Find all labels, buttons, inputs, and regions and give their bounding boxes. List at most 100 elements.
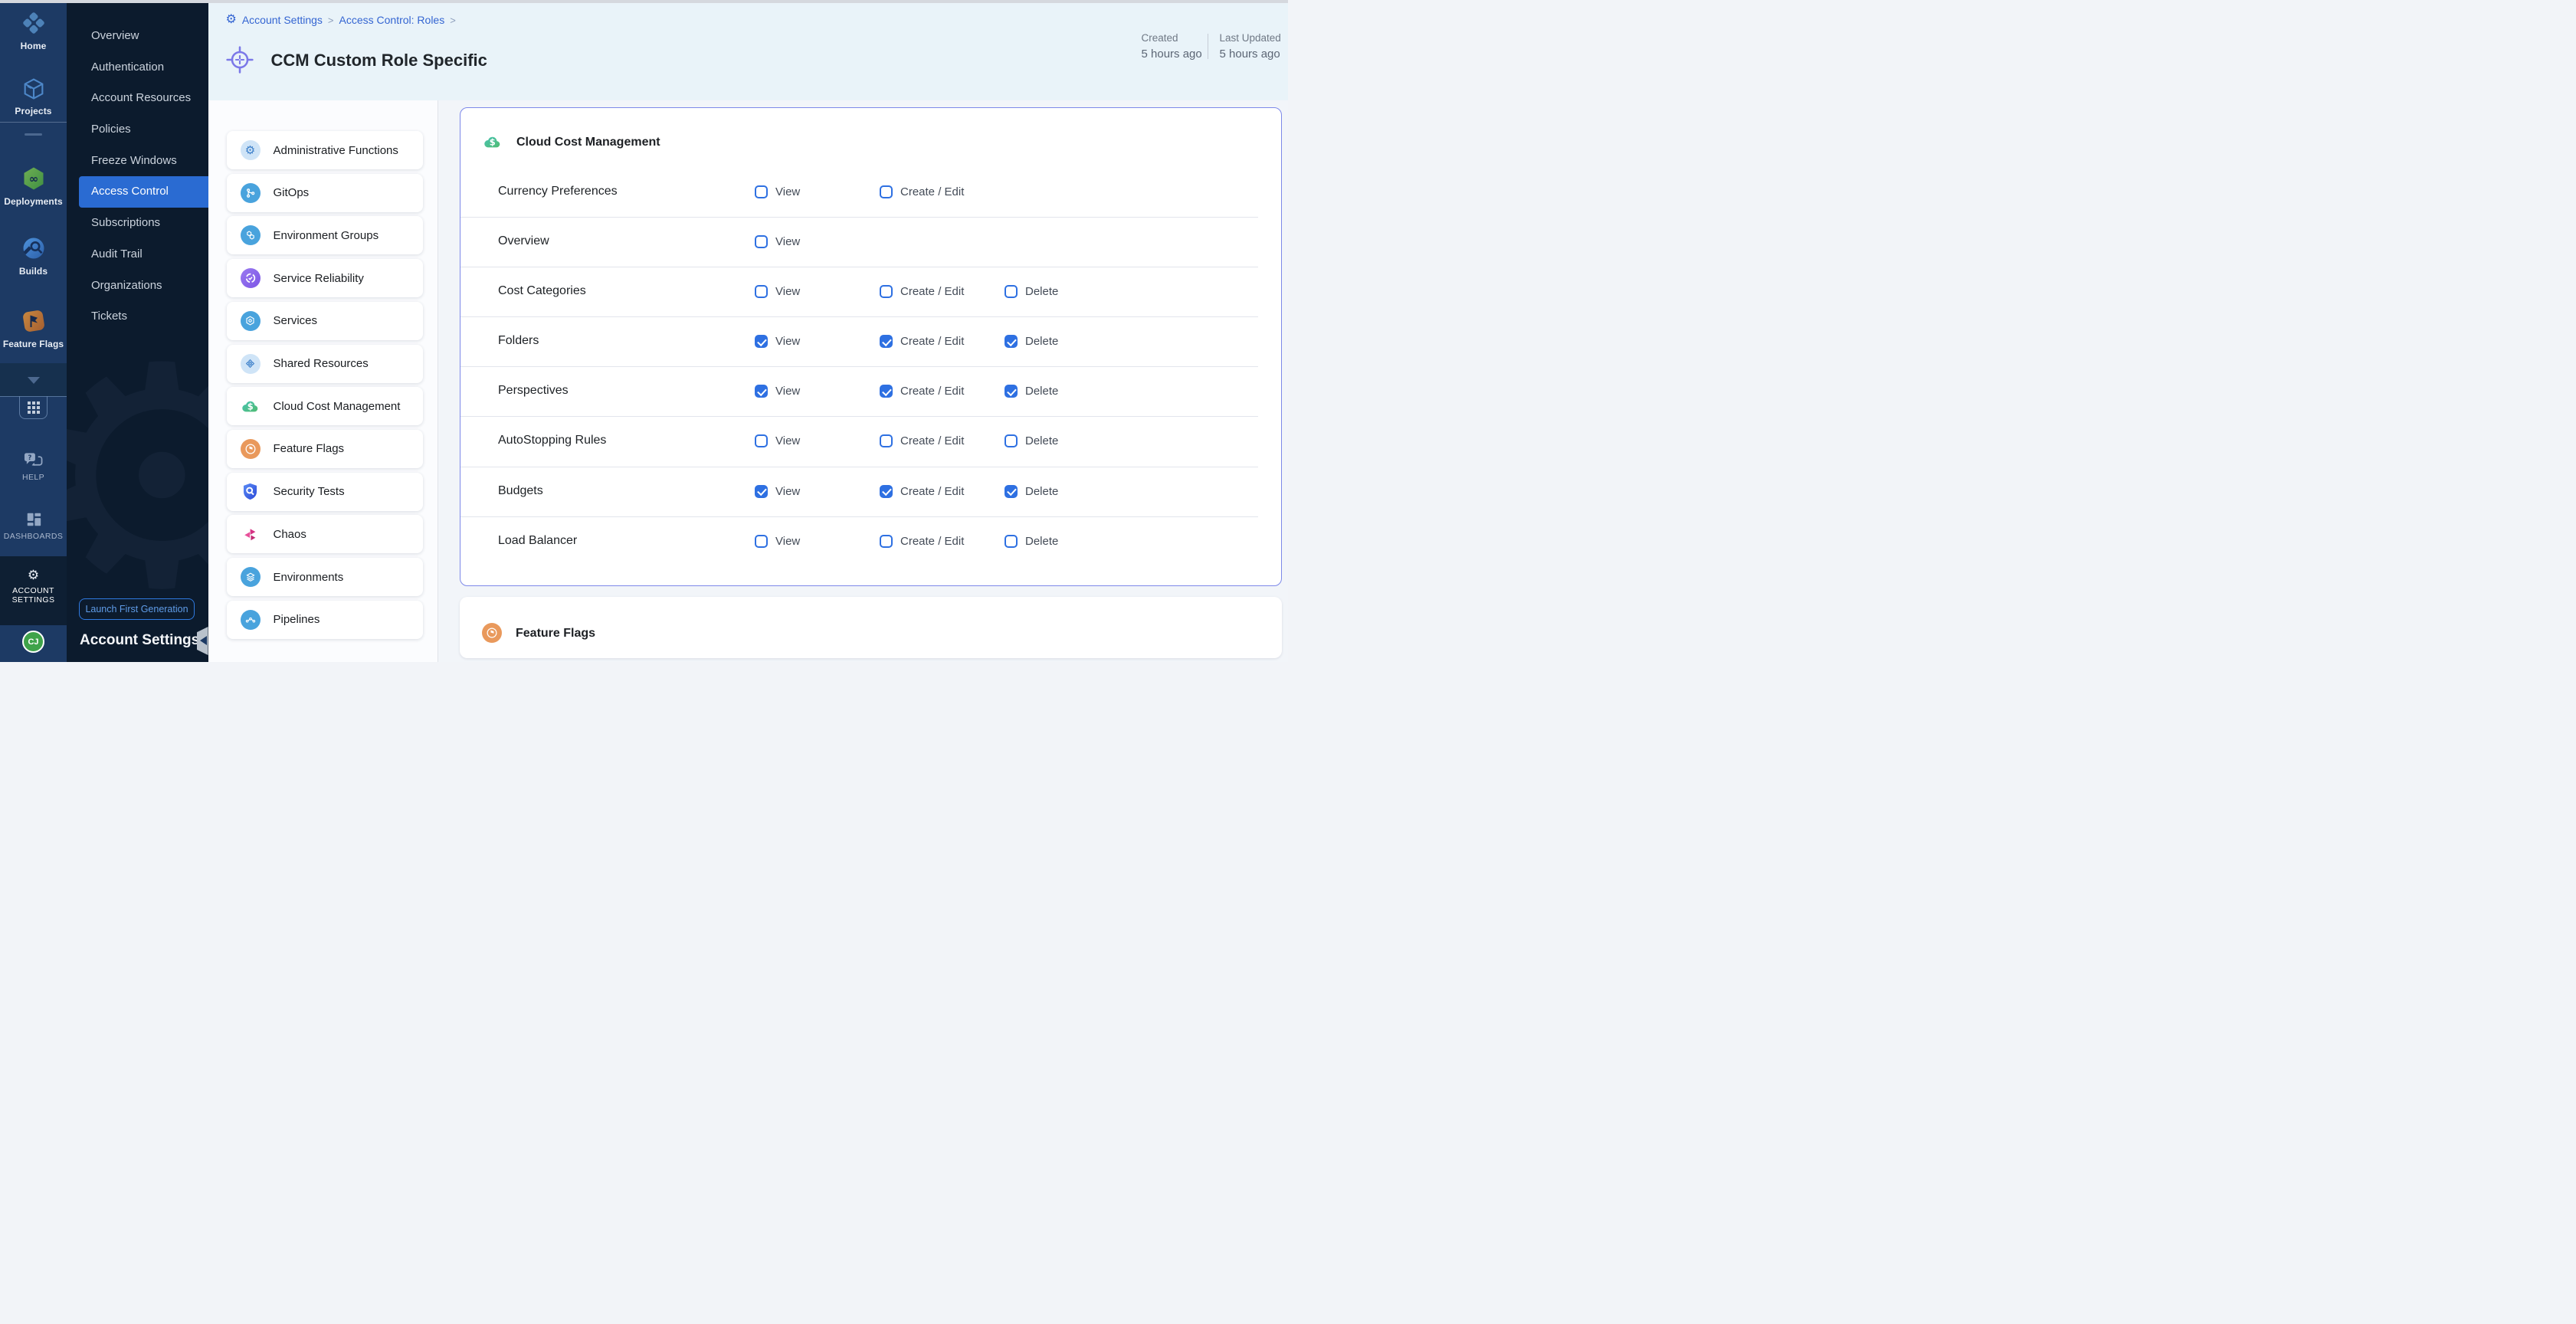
- launch-first-generation-button[interactable]: Launch First Generation: [79, 598, 195, 620]
- view-checkbox[interactable]: [755, 185, 768, 198]
- create_edit-checkbox-label[interactable]: Create / Edit: [900, 485, 964, 498]
- delete-checkbox-label[interactable]: Delete: [1025, 535, 1058, 548]
- category-label: Pipelines: [274, 613, 320, 626]
- category-label: Shared Resources: [274, 357, 369, 370]
- view-checkbox[interactable]: [755, 434, 768, 447]
- permission-cell-delete: Delete: [1005, 535, 1058, 548]
- sidebar-item-audit-trail[interactable]: Audit Trail: [67, 239, 208, 270]
- delete-checkbox[interactable]: [1005, 335, 1018, 348]
- permission-cell-view: View: [755, 285, 800, 298]
- category-card-services[interactable]: Services: [227, 302, 423, 340]
- delete-checkbox-label[interactable]: Delete: [1025, 285, 1058, 298]
- create_edit-checkbox-label[interactable]: Create / Edit: [900, 385, 964, 398]
- permission-row-currency-preferences: Currency PreferencesViewCreate / Edit: [460, 168, 1281, 218]
- create_edit-checkbox[interactable]: [880, 535, 893, 548]
- rail-item-projects[interactable]: Projects: [0, 76, 67, 116]
- category-card-gitops[interactable]: GitOps: [227, 174, 423, 212]
- create_edit-checkbox-label[interactable]: Create / Edit: [900, 434, 964, 447]
- category-card-security-tests[interactable]: Security Tests: [227, 473, 423, 511]
- rail-item-deployments[interactable]: ∞ Deployments: [0, 165, 67, 207]
- create_edit-checkbox[interactable]: [880, 385, 893, 398]
- view-checkbox-label[interactable]: View: [775, 335, 800, 348]
- sto-icon: [241, 482, 261, 502]
- category-card-environments[interactable]: Environments: [227, 558, 423, 596]
- view-checkbox[interactable]: [755, 285, 768, 298]
- feature-flags-icon: [20, 307, 48, 335]
- rail-item-help[interactable]: ? HELP: [0, 452, 67, 482]
- delete-checkbox-label[interactable]: Delete: [1025, 434, 1058, 447]
- category-label: Feature Flags: [274, 442, 345, 455]
- category-card-administrative-functions[interactable]: ⚙Administrative Functions: [227, 131, 423, 169]
- last-updated-label: Last Updated: [1220, 30, 1281, 46]
- user-avatar[interactable]: CJ: [22, 631, 44, 653]
- rail-item-dashboards[interactable]: DASHBOARDS: [0, 511, 67, 541]
- sidebar-item-subscriptions[interactable]: Subscriptions: [67, 208, 208, 239]
- category-card-service-reliability[interactable]: Service Reliability: [227, 259, 423, 297]
- delete-checkbox[interactable]: [1005, 485, 1018, 498]
- sidebar-item-overview[interactable]: Overview: [67, 21, 208, 52]
- rail-item-builds[interactable]: Builds: [0, 234, 67, 277]
- permission-cell-view: View: [755, 535, 800, 548]
- create_edit-checkbox[interactable]: [880, 434, 893, 447]
- view-checkbox[interactable]: [755, 535, 768, 548]
- rail-item-feature-flags[interactable]: Feature Flags: [0, 307, 67, 349]
- view-checkbox-label[interactable]: View: [775, 285, 800, 298]
- rail-item-account-settings[interactable]: ⚙ ACCOUNT SETTINGS: [0, 556, 67, 625]
- breadcrumb: ⚙ Account Settings > Access Control: Rol…: [226, 14, 456, 26]
- sidebar-item-access-control[interactable]: Access Control: [79, 176, 208, 208]
- view-checkbox-label[interactable]: View: [775, 185, 800, 198]
- sidebar-item-organizations[interactable]: Organizations: [67, 270, 208, 302]
- projects-icon: [21, 76, 47, 102]
- delete-checkbox[interactable]: [1005, 535, 1018, 548]
- sidebar-item-freeze-windows[interactable]: Freeze Windows: [67, 146, 208, 177]
- view-checkbox[interactable]: [755, 335, 768, 348]
- view-checkbox-label[interactable]: View: [775, 485, 800, 498]
- permission-cell-view: View: [755, 485, 800, 498]
- category-card-feature-flags[interactable]: Feature Flags: [227, 430, 423, 468]
- delete-checkbox-label[interactable]: Delete: [1025, 335, 1058, 348]
- create_edit-checkbox-label[interactable]: Create / Edit: [900, 185, 964, 198]
- category-label: GitOps: [274, 186, 310, 199]
- delete-checkbox-label[interactable]: Delete: [1025, 485, 1058, 498]
- view-checkbox[interactable]: [755, 485, 768, 498]
- create_edit-checkbox-label[interactable]: Create / Edit: [900, 335, 964, 348]
- view-checkbox[interactable]: [755, 385, 768, 398]
- view-checkbox-label[interactable]: View: [775, 235, 800, 248]
- permission-cell-create_edit: Create / Edit: [880, 335, 964, 348]
- delete-checkbox[interactable]: [1005, 385, 1018, 398]
- sidebar-collapse-arrow[interactable]: [197, 627, 208, 655]
- category-card-pipelines[interactable]: Pipelines: [227, 601, 423, 639]
- permission-row-cost-categories: Cost CategoriesViewCreate / EditDelete: [460, 267, 1281, 317]
- delete-checkbox[interactable]: [1005, 434, 1018, 447]
- category-card-chaos[interactable]: Chaos: [227, 515, 423, 553]
- sidebar-item-tickets[interactable]: Tickets: [67, 301, 208, 333]
- admin-icon: ⚙: [241, 140, 261, 160]
- create_edit-checkbox[interactable]: [880, 485, 893, 498]
- sidebar-item-account-resources[interactable]: Account Resources: [67, 83, 208, 114]
- delete-checkbox-label[interactable]: Delete: [1025, 385, 1058, 398]
- create_edit-checkbox-label[interactable]: Create / Edit: [900, 285, 964, 298]
- create_edit-checkbox[interactable]: [880, 335, 893, 348]
- breadcrumb-access-control-roles[interactable]: Access Control: Roles: [339, 14, 445, 26]
- view-checkbox[interactable]: [755, 235, 768, 248]
- page-header: ⚙ Account Settings > Access Control: Rol…: [208, 3, 1289, 100]
- create_edit-checkbox[interactable]: [880, 185, 893, 198]
- sidebar-item-authentication[interactable]: Authentication: [67, 52, 208, 84]
- sidebar-item-policies[interactable]: Policies: [67, 114, 208, 146]
- view-checkbox-label[interactable]: View: [775, 535, 800, 548]
- category-card-shared-resources[interactable]: Shared Resources: [227, 345, 423, 383]
- category-card-cloud-cost-management[interactable]: $Cloud Cost Management: [227, 387, 423, 425]
- permission-cell-delete: Delete: [1005, 285, 1058, 298]
- view-checkbox-label[interactable]: View: [775, 434, 800, 447]
- permission-cell-view: View: [755, 335, 800, 348]
- create_edit-checkbox[interactable]: [880, 285, 893, 298]
- rail-section-dash: [25, 133, 42, 136]
- module-list-collapse[interactable]: [0, 363, 67, 396]
- module-selector-button[interactable]: [19, 396, 48, 419]
- category-card-environment-groups[interactable]: Environment Groups: [227, 216, 423, 254]
- delete-checkbox[interactable]: [1005, 285, 1018, 298]
- breadcrumb-account-settings[interactable]: Account Settings: [242, 14, 323, 26]
- create_edit-checkbox-label[interactable]: Create / Edit: [900, 535, 964, 548]
- rail-item-home[interactable]: Home: [0, 9, 67, 51]
- view-checkbox-label[interactable]: View: [775, 385, 800, 398]
